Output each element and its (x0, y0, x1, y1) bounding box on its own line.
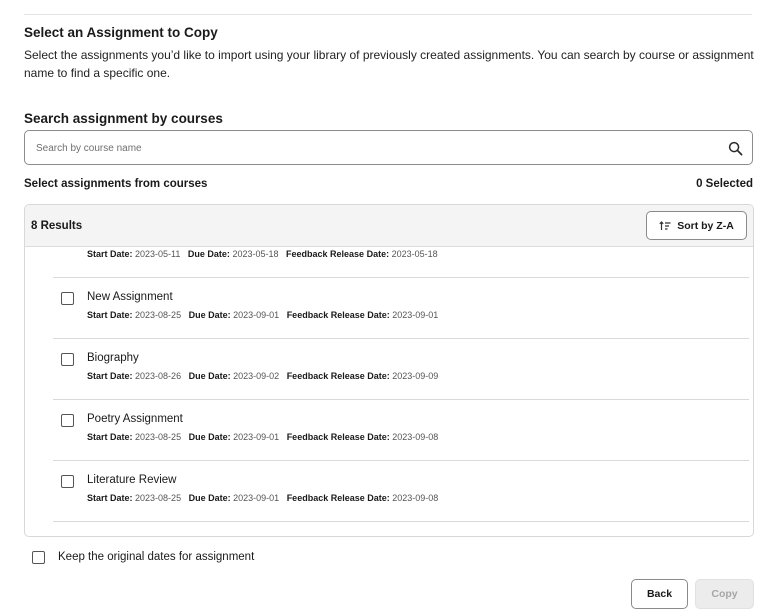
due-date-label: Due Date: (187, 249, 230, 259)
copy-button[interactable]: Copy (695, 579, 754, 609)
release-date: 2023-09-01 (392, 310, 439, 320)
search-input[interactable] (36, 139, 716, 157)
assignment-name: Biography (87, 352, 139, 364)
assignment-name: Literature Review (87, 474, 177, 486)
release-date-label: Feedback Release Date: (286, 432, 390, 442)
due-date-label: Due Date: (188, 310, 231, 320)
item-dates: Start Date: 2023-05-11 Due Date: 2023-05… (87, 249, 438, 259)
start-date: 2023-08-25 (135, 432, 182, 442)
item-dates: Start Date: 2023-08-25 Due Date: 2023-09… (87, 493, 438, 503)
search-box (24, 130, 753, 165)
release-date-label: Feedback Release Date: (286, 371, 390, 381)
due-date: 2023-09-01 (233, 493, 280, 503)
assignment-name: Poetry Assignment (87, 413, 183, 425)
assignment-checkbox[interactable] (61, 292, 74, 305)
start-date: 2023-05-11 (135, 249, 181, 259)
assignment-checkbox[interactable] (61, 353, 74, 366)
start-date-label: Start Date: (87, 432, 133, 442)
item-dates: Start Date: 2023-08-25 Due Date: 2023-09… (87, 310, 438, 320)
selected-count: 0 Selected (696, 178, 753, 190)
due-date: 2023-09-02 (233, 371, 280, 381)
start-date-label: Start Date: (87, 249, 133, 259)
dialog-description: Select the assignments you’d like to imp… (24, 48, 754, 80)
list-item-partial: Start Date: 2023-05-11 Due Date: 2023-05… (53, 227, 749, 278)
search-heading: Search assignment by courses (24, 111, 223, 126)
release-date-label: Feedback Release Date: (286, 249, 390, 259)
list-item[interactable]: Poetry Assignment Start Date: 2023-08-25… (53, 400, 749, 461)
start-date-label: Start Date: (87, 493, 133, 503)
item-dates: Start Date: 2023-08-26 Due Date: 2023-09… (87, 371, 438, 381)
due-date-label: Due Date: (188, 432, 231, 442)
list-item[interactable]: Literature Review Start Date: 2023-08-25… (53, 461, 749, 522)
release-date: 2023-05-18 (391, 249, 438, 259)
start-date: 2023-08-26 (135, 371, 182, 381)
select-assignments-heading: Select assignments from courses (24, 178, 208, 190)
due-date-label: Due Date: (188, 493, 231, 503)
list-item[interactable]: New Assignment Start Date: 2023-08-25 Du… (53, 278, 749, 339)
due-date: 2023-09-01 (233, 432, 280, 442)
top-divider (24, 14, 752, 15)
keep-dates-label[interactable]: Keep the original dates for assignment (58, 551, 254, 563)
due-date-label: Due Date: (188, 371, 231, 381)
assignment-name: New Assignment (87, 291, 173, 303)
release-date: 2023-09-09 (392, 371, 439, 381)
assignment-checkbox[interactable] (61, 475, 74, 488)
due-date: 2023-05-18 (232, 249, 279, 259)
release-date-label: Feedback Release Date: (286, 310, 390, 320)
dialog-title: Select an Assignment to Copy (24, 25, 218, 40)
list-item[interactable]: Biography Start Date: 2023-08-26 Due Dat… (53, 339, 749, 400)
keep-dates-checkbox[interactable] (32, 551, 45, 564)
due-date: 2023-09-01 (233, 310, 280, 320)
release-date-label: Feedback Release Date: (286, 493, 390, 503)
release-date: 2023-09-08 (392, 432, 439, 442)
start-date-label: Start Date: (87, 310, 133, 320)
assignment-checkbox[interactable] (61, 414, 74, 427)
start-date-label: Start Date: (87, 371, 133, 381)
results-panel: 8 Results Sort by Z-A Start Date: 2023-0… (24, 204, 754, 537)
release-date: 2023-09-08 (392, 493, 439, 503)
start-date: 2023-08-25 (135, 310, 182, 320)
back-button[interactable]: Back (631, 579, 688, 609)
start-date: 2023-08-25 (135, 493, 182, 503)
search-icon[interactable] (728, 141, 743, 156)
item-dates: Start Date: 2023-08-25 Due Date: 2023-09… (87, 432, 438, 442)
